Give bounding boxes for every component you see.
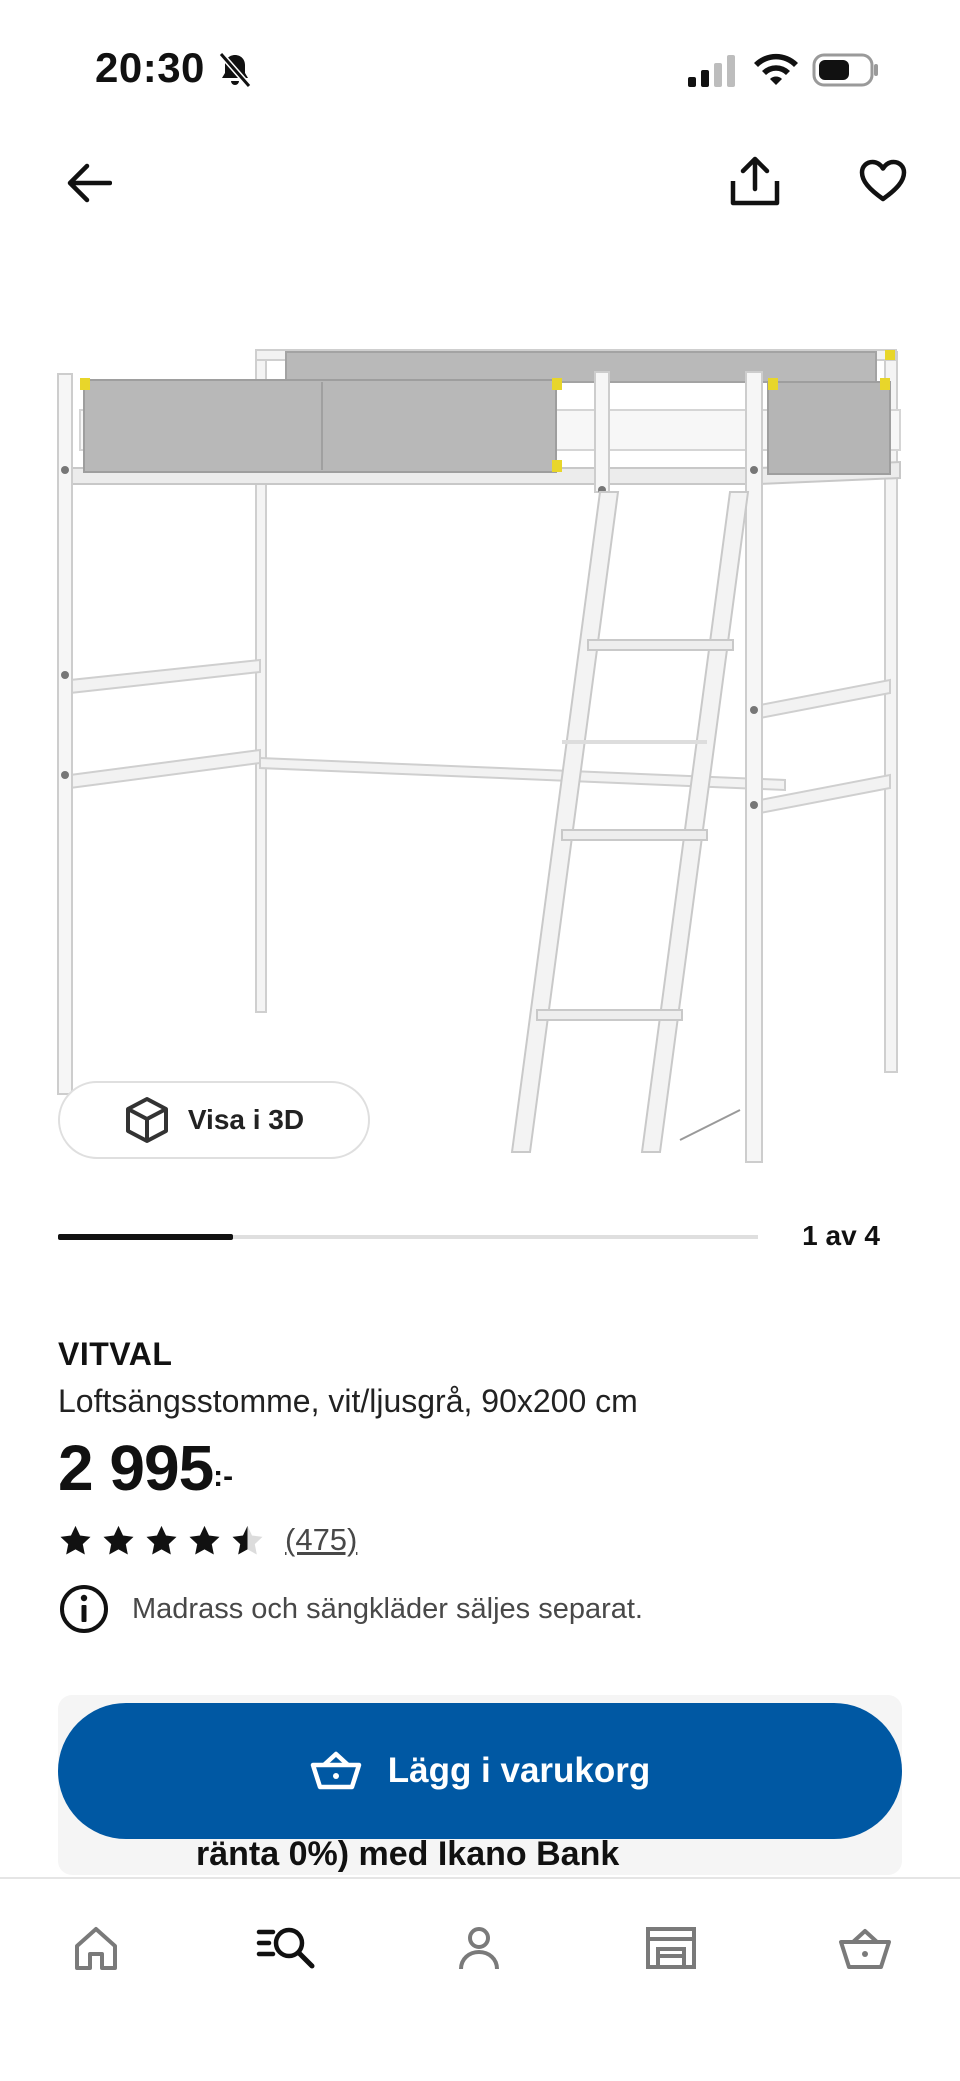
price-suffix: :-: [213, 1460, 234, 1493]
status-bar: 20:30: [0, 0, 960, 140]
arrow-left-icon: [67, 163, 112, 203]
search-list-icon: [256, 1927, 315, 1969]
product-name: VITVAL: [58, 1336, 173, 1372]
home-icon: [75, 1927, 117, 1970]
store-icon: [646, 1927, 696, 1969]
status-time: 20:30: [95, 44, 205, 91]
back-button[interactable]: [58, 152, 120, 214]
star-full-icon: [189, 1525, 220, 1554]
add-to-cart-label: Lägg i varukorg: [387, 1751, 651, 1790]
share-icon: [730, 156, 780, 206]
star-full-icon: [103, 1525, 134, 1554]
tab-home[interactable]: [61, 1915, 131, 1981]
gallery-progress-track: [58, 1234, 758, 1240]
cart-icon: [839, 1929, 891, 1969]
product-description: Loftsängsstomme, vit/ljusgrå, 90x200 cm: [58, 1383, 638, 1419]
view-3d-label: Visa i 3D: [187, 1104, 305, 1135]
battery-icon: [812, 53, 878, 87]
star-full-icon: [60, 1525, 91, 1554]
review-count-link[interactable]: (475): [285, 1522, 357, 1558]
heart-icon: [859, 159, 907, 202]
share-button[interactable]: [722, 148, 788, 214]
info-icon: [60, 1585, 108, 1633]
gallery-pager: 1 av 4: [802, 1220, 880, 1251]
product-image-loft-bed: [57, 349, 901, 1163]
rating-stars: [58, 1523, 265, 1558]
bell-muted-icon: [218, 52, 252, 88]
product-price: 2 995 :-: [58, 1432, 233, 1504]
financing-promo-text: ränta 0%) med Ikano Bank: [196, 1835, 620, 1873]
tab-store[interactable]: [636, 1915, 706, 1981]
gallery-progress-fill: [58, 1234, 233, 1240]
star-full-icon: [146, 1525, 177, 1554]
rating[interactable]: (475): [58, 1522, 357, 1558]
cube-3d-icon: [125, 1097, 168, 1143]
price-amount: 2 995: [58, 1432, 214, 1504]
top-nav: [0, 140, 960, 230]
bottom-nav: [0, 1877, 960, 2081]
tab-cart[interactable]: [830, 1915, 900, 1981]
star-half-icon: [232, 1525, 263, 1554]
tab-search[interactable]: [251, 1915, 321, 1981]
tab-profile[interactable]: [444, 1915, 514, 1981]
product-gallery[interactable]: Visa i 3D: [0, 280, 960, 1180]
view-3d-button[interactable]: Visa i 3D: [58, 1081, 370, 1159]
basket-icon: [310, 1751, 361, 1790]
signal-icon: [688, 55, 735, 87]
profile-icon: [459, 1927, 499, 1970]
wifi-icon: [754, 53, 798, 85]
notice-text: Madrass och sängkläder säljes separat.: [132, 1592, 643, 1625]
favorite-button[interactable]: [850, 148, 916, 214]
product-notice: Madrass och sängkläder säljes separat.: [58, 1583, 643, 1635]
add-to-cart-button[interactable]: Lägg i varukorg: [58, 1703, 902, 1839]
